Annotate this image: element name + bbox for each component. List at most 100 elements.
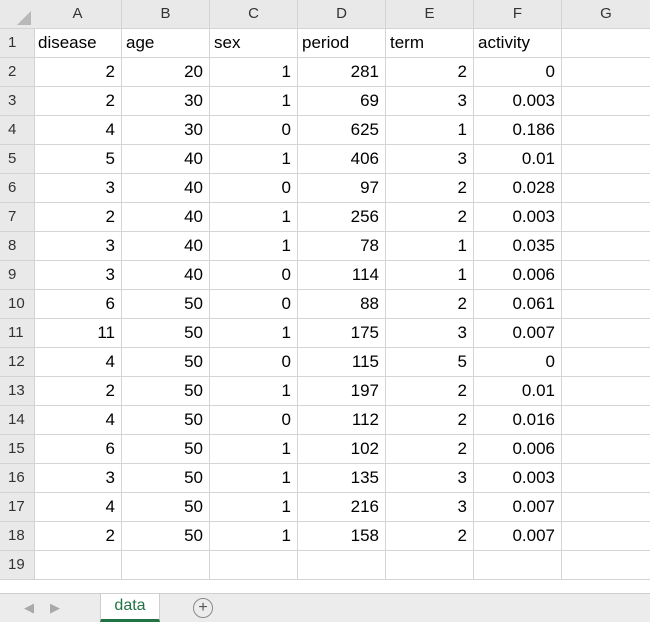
grid-cell[interactable]: 406 — [298, 145, 386, 174]
grid-cell[interactable]: 0.003 — [474, 203, 562, 232]
grid-cell[interactable] — [562, 435, 650, 464]
grid-cell[interactable]: 50 — [122, 377, 210, 406]
grid-cell[interactable] — [562, 145, 650, 174]
column-header-b[interactable]: B — [122, 0, 210, 29]
grid-cell[interactable] — [298, 551, 386, 580]
grid-cell[interactable]: 4 — [34, 348, 122, 377]
row-header[interactable]: 3 — [0, 87, 35, 116]
grid-cell[interactable]: 78 — [298, 232, 386, 261]
grid-cell[interactable]: 40 — [122, 232, 210, 261]
grid-cell[interactable]: 11 — [34, 319, 122, 348]
grid-cell[interactable]: 40 — [122, 261, 210, 290]
grid-cell[interactable]: 0.006 — [474, 261, 562, 290]
grid-cell[interactable]: 3 — [34, 232, 122, 261]
grid-cell[interactable]: 3 — [386, 493, 474, 522]
grid-cell[interactable]: 0.007 — [474, 319, 562, 348]
row-header[interactable]: 4 — [0, 116, 35, 145]
grid-cell[interactable]: 88 — [298, 290, 386, 319]
grid-cell[interactable]: 2 — [386, 290, 474, 319]
grid-cell[interactable]: 1 — [386, 116, 474, 145]
grid-cell[interactable] — [562, 377, 650, 406]
grid-cell[interactable]: 2 — [34, 87, 122, 116]
grid-cell[interactable]: 0 — [210, 261, 298, 290]
grid-cell[interactable]: 2 — [386, 406, 474, 435]
grid-cell[interactable] — [562, 522, 650, 551]
row-header[interactable]: 9 — [0, 261, 35, 290]
grid-cell[interactable]: 6 — [34, 435, 122, 464]
grid-cell[interactable]: 0.061 — [474, 290, 562, 319]
grid-cell[interactable]: 50 — [122, 522, 210, 551]
column-header-f[interactable]: F — [474, 0, 562, 29]
grid-cell[interactable]: 5 — [386, 348, 474, 377]
grid-cell[interactable]: 2 — [386, 435, 474, 464]
grid-cell[interactable] — [562, 116, 650, 145]
grid-cell[interactable]: 0.035 — [474, 232, 562, 261]
grid-cell[interactable]: 69 — [298, 87, 386, 116]
grid-cell[interactable] — [562, 290, 650, 319]
grid-cell[interactable]: 2 — [34, 203, 122, 232]
grid-cell[interactable]: 1 — [210, 464, 298, 493]
grid-cell[interactable]: 1 — [210, 232, 298, 261]
grid-cell[interactable]: 30 — [122, 116, 210, 145]
grid-cell[interactable]: 5 — [34, 145, 122, 174]
column-header-c[interactable]: C — [210, 0, 298, 29]
grid-cell[interactable]: 0.028 — [474, 174, 562, 203]
grid-cell[interactable]: 1 — [210, 145, 298, 174]
row-header[interactable]: 7 — [0, 203, 35, 232]
grid-cell[interactable]: 2 — [386, 58, 474, 87]
row-header[interactable]: 10 — [0, 290, 35, 319]
grid-cell[interactable]: 1 — [210, 203, 298, 232]
grid-cell[interactable] — [562, 203, 650, 232]
row-header[interactable]: 5 — [0, 145, 35, 174]
row-header[interactable]: 13 — [0, 377, 35, 406]
grid-cell[interactable]: 2 — [386, 377, 474, 406]
grid-cell[interactable]: activity — [474, 29, 562, 58]
grid-cell[interactable]: 0.01 — [474, 377, 562, 406]
sheet-tab-data[interactable]: data — [100, 594, 160, 622]
row-header[interactable]: 14 — [0, 406, 35, 435]
grid-cell[interactable]: 115 — [298, 348, 386, 377]
grid-cell[interactable] — [562, 261, 650, 290]
grid-cell[interactable]: 0.01 — [474, 145, 562, 174]
grid-cell[interactable]: 0 — [210, 116, 298, 145]
grid-cell[interactable]: 0 — [474, 58, 562, 87]
row-header[interactable]: 11 — [0, 319, 35, 348]
prev-sheet-arrow-icon[interactable]: ◀ — [24, 600, 34, 616]
grid-cell[interactable]: 3 — [386, 464, 474, 493]
grid-cell[interactable]: 4 — [34, 116, 122, 145]
row-header[interactable]: 19 — [0, 551, 35, 580]
grid-cell[interactable] — [34, 551, 122, 580]
grid-cell[interactable]: 0.003 — [474, 87, 562, 116]
grid-cell[interactable] — [562, 319, 650, 348]
column-header-g[interactable]: G — [562, 0, 650, 29]
grid-cell[interactable]: 135 — [298, 464, 386, 493]
grid-cell[interactable]: 3 — [386, 87, 474, 116]
grid-cell[interactable]: 2 — [386, 522, 474, 551]
grid-cell[interactable]: 3 — [34, 174, 122, 203]
grid-cell[interactable]: 1 — [210, 87, 298, 116]
grid-cell[interactable]: 102 — [298, 435, 386, 464]
grid-cell[interactable] — [562, 58, 650, 87]
grid-cell[interactable] — [562, 493, 650, 522]
grid-cell[interactable]: 0 — [210, 348, 298, 377]
grid-cell[interactable]: 281 — [298, 58, 386, 87]
grid-cell[interactable]: term — [386, 29, 474, 58]
grid-cell[interactable]: 158 — [298, 522, 386, 551]
grid-cell[interactable]: 20 — [122, 58, 210, 87]
grid-cell[interactable]: 0 — [474, 348, 562, 377]
grid-cell[interactable] — [562, 348, 650, 377]
grid-cell[interactable]: 0.016 — [474, 406, 562, 435]
grid-cell[interactable]: sex — [210, 29, 298, 58]
grid-cell[interactable]: 0.186 — [474, 116, 562, 145]
grid-cell[interactable]: 114 — [298, 261, 386, 290]
grid-cell[interactable]: 1 — [210, 319, 298, 348]
grid-cell[interactable]: 6 — [34, 290, 122, 319]
select-all-corner[interactable] — [0, 0, 35, 29]
row-header[interactable]: 2 — [0, 58, 35, 87]
row-header[interactable]: 8 — [0, 232, 35, 261]
grid-cell[interactable]: 2 — [386, 174, 474, 203]
grid-cell[interactable]: 216 — [298, 493, 386, 522]
grid-cell[interactable] — [562, 232, 650, 261]
grid-cell[interactable]: period — [298, 29, 386, 58]
grid-cell[interactable]: 50 — [122, 290, 210, 319]
